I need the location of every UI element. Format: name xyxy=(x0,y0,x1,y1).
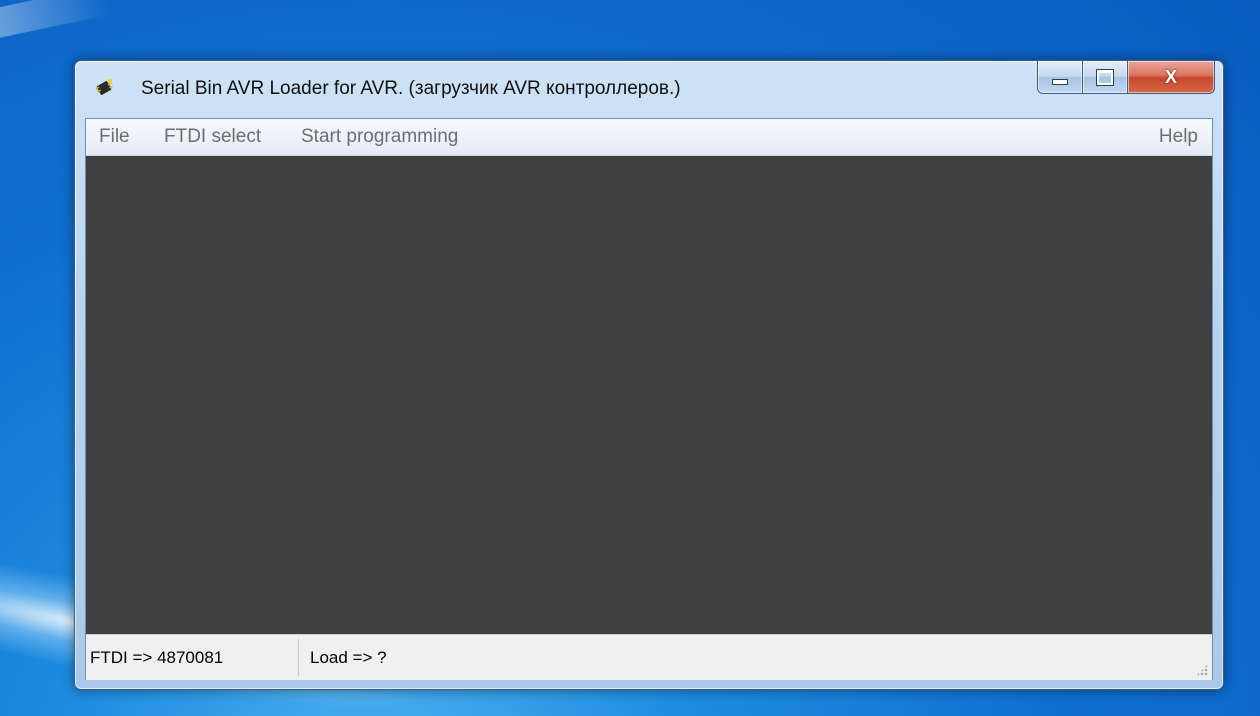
title-bar[interactable]: Serial Bin AVR Loader for AVR. (загрузчи… xyxy=(75,61,1223,117)
status-bar: FTDI => 4870081 Load => ? xyxy=(86,634,1212,680)
close-button[interactable]: X xyxy=(1128,61,1215,94)
menu-file[interactable]: File xyxy=(99,126,130,148)
maximize-icon xyxy=(1096,68,1114,86)
resize-grip-icon[interactable] xyxy=(1196,664,1208,676)
desktop-background: Serial Bin AVR Loader for AVR. (загрузчи… xyxy=(0,0,1260,716)
menu-ftdi-select[interactable]: FTDI select xyxy=(164,126,261,148)
status-divider xyxy=(298,639,299,676)
caption-buttons: X xyxy=(1037,61,1215,94)
app-chip-icon[interactable] xyxy=(93,77,115,99)
menu-help[interactable]: Help xyxy=(1159,126,1198,148)
minimize-icon xyxy=(1052,79,1068,85)
status-load: Load => ? xyxy=(310,648,387,667)
minimize-button[interactable] xyxy=(1037,61,1083,94)
maximize-button[interactable] xyxy=(1083,61,1128,94)
client-area: File FTDI select Start programming Help … xyxy=(85,118,1213,680)
output-canvas xyxy=(86,156,1212,634)
menu-start-programming[interactable]: Start programming xyxy=(301,126,458,148)
wallpaper-light-streak-top xyxy=(0,0,112,46)
close-icon: X xyxy=(1164,66,1177,87)
window-title: Serial Bin AVR Loader for AVR. (загрузчи… xyxy=(141,78,681,99)
app-window[interactable]: Serial Bin AVR Loader for AVR. (загрузчи… xyxy=(74,60,1224,690)
menu-bar: File FTDI select Start programming Help xyxy=(86,119,1212,156)
status-ftdi: FTDI => 4870081 xyxy=(90,648,224,667)
